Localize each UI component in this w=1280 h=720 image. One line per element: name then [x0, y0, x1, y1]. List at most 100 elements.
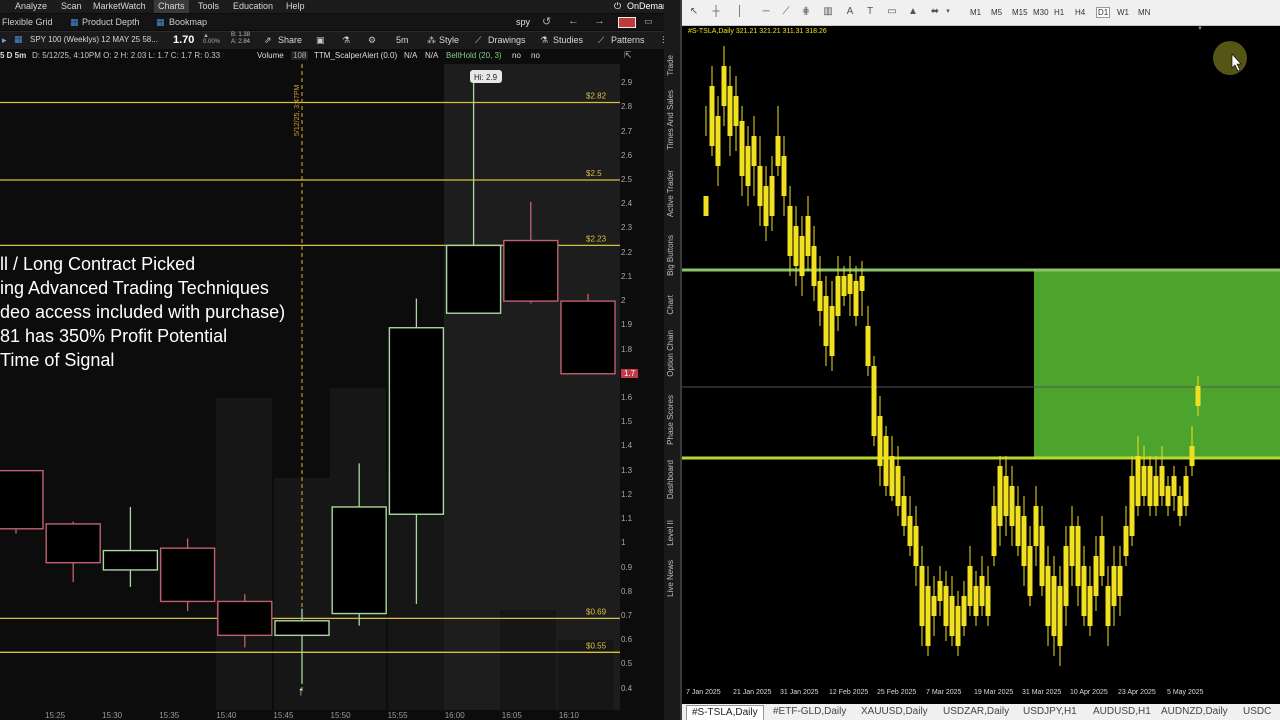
- arrows-dropdown-icon[interactable]: ▾: [942, 6, 954, 18]
- chart-tab[interactable]: XAUUSD,Daily: [856, 705, 933, 719]
- chart-tab[interactable]: #ETF-GLD,Daily: [768, 705, 851, 719]
- timeframe-h4[interactable]: H4: [1075, 8, 1085, 17]
- chart-tab[interactable]: #S-TSLA,Daily: [686, 705, 764, 720]
- timeframe-h1[interactable]: H1: [1054, 8, 1064, 17]
- zoom-icon[interactable]: ⇱: [624, 50, 632, 61]
- link-color-icon[interactable]: [618, 17, 636, 28]
- triangle-icon[interactable]: ▲: [907, 6, 919, 18]
- timeframe-mn[interactable]: MN: [1138, 8, 1150, 17]
- window-settings-icon[interactable]: ▭: [644, 16, 653, 27]
- timeframe-m15[interactable]: M15: [1012, 8, 1028, 17]
- menu-scan[interactable]: Scan: [61, 1, 82, 11]
- crosshair-icon[interactable]: ┼: [710, 6, 722, 18]
- option-price-chart[interactable]: $2.82 $2.5 $2.23 $0.69 $0.55 5/12/25, 3:47PM…: [0, 64, 620, 710]
- style-icon[interactable]: ⁂: [427, 35, 436, 46]
- text-label-icon[interactable]: T: [864, 6, 876, 18]
- timeframe-d1[interactable]: D1: [1096, 7, 1111, 18]
- link-icon[interactable]: ▸: [2, 35, 7, 46]
- time-tick: 15:40: [216, 711, 237, 720]
- forward-arrow-icon[interactable]: →: [594, 15, 605, 27]
- tsla-candle-body: [739, 121, 745, 176]
- symbol-selector-icon[interactable]: ▦: [14, 34, 23, 45]
- side-tab-dashboard[interactable]: Dashboard: [666, 460, 675, 499]
- side-tab-option-chain[interactable]: Option Chain: [666, 330, 675, 377]
- side-tab-live-news[interactable]: Live News: [666, 560, 675, 597]
- horizontal-line-icon[interactable]: ─: [760, 6, 772, 18]
- flask-icon[interactable]: ⚗: [342, 35, 350, 46]
- ondemand-icon[interactable]: ⏻: [614, 1, 621, 12]
- tsla-candle-body: [1093, 556, 1099, 596]
- menu-tools[interactable]: Tools: [198, 1, 219, 11]
- vertical-line-icon[interactable]: │: [734, 6, 746, 18]
- cursor-tool-icon[interactable]: ↖: [688, 6, 700, 18]
- side-tab-phase-scores[interactable]: Phase Scores: [666, 395, 675, 445]
- timeframe-m1[interactable]: M1: [970, 8, 981, 17]
- tsla-candle-body: [1165, 486, 1171, 506]
- drawings-icon[interactable]: ⟋: [475, 35, 481, 46]
- back-arrow-icon[interactable]: ←: [568, 15, 579, 27]
- side-tab-times-and-sales[interactable]: Times And Sales: [666, 90, 675, 150]
- date-tick: 31 Mar 2025: [1022, 689, 1062, 696]
- arrows-icon[interactable]: ⬌: [929, 6, 941, 18]
- chart-tab[interactable]: AUDNZD,Daily: [1156, 705, 1233, 719]
- share-icon[interactable]: ⇗: [264, 35, 272, 46]
- menu-marketwatch[interactable]: MarketWatch: [93, 1, 146, 11]
- refresh-icon[interactable]: ↺: [542, 15, 551, 28]
- fibonacci-icon[interactable]: ⋕: [800, 6, 812, 18]
- side-tab-chart[interactable]: Chart: [666, 295, 675, 315]
- timeframe-m30[interactable]: M30: [1033, 8, 1049, 17]
- tsla-candle-body: [745, 146, 751, 186]
- bookmap-icon[interactable]: ▦: [156, 17, 165, 28]
- studies-button[interactable]: Studies: [553, 35, 583, 45]
- share-button[interactable]: Share: [278, 35, 302, 45]
- tsla-candle-body: [883, 436, 889, 486]
- gear-icon[interactable]: ⚙: [368, 35, 376, 46]
- menu-charts[interactable]: Charts: [154, 0, 189, 13]
- signal-time-label: 5/12/25, 3:47PM: [294, 84, 301, 136]
- side-tab-level-ii[interactable]: Level II: [666, 520, 675, 546]
- product-depth-icon[interactable]: ▦: [70, 17, 79, 28]
- last-price: 1.70: [173, 34, 195, 46]
- price-tick: 2.1: [621, 271, 633, 281]
- menu-analyze[interactable]: Analyze: [15, 1, 47, 11]
- bookmap-button[interactable]: Bookmap: [169, 17, 207, 27]
- chart-tab[interactable]: USDJPY,H1: [1018, 705, 1082, 719]
- patterns-icon[interactable]: ⟋: [598, 35, 604, 46]
- snapshot-icon[interactable]: ▣: [316, 35, 325, 46]
- flexible-grid-button[interactable]: Flexible Grid: [2, 17, 53, 27]
- style-button[interactable]: Style: [439, 35, 459, 45]
- studies-icon[interactable]: ⚗: [540, 35, 548, 46]
- price-tick: 1.9: [621, 320, 633, 330]
- symbol-search[interactable]: spy: [516, 17, 530, 27]
- tsla-candle-body: [1063, 546, 1069, 606]
- chart-tab[interactable]: USDZAR,Daily: [938, 705, 1014, 719]
- tsla-daily-chart[interactable]: ▼: [682, 26, 1280, 688]
- chart-layout-bar: Flexible Grid ▦ Product Depth ▦ Bookmap …: [0, 14, 680, 30]
- tsla-candle-body: [1177, 496, 1183, 516]
- date-tick: 12 Feb 2025: [829, 689, 869, 696]
- menu-education[interactable]: Education: [233, 1, 273, 11]
- channel-icon[interactable]: ▥: [822, 6, 834, 18]
- symbol-description[interactable]: SPY 100 (Weeklys) 12 MAY 25 58...: [30, 35, 158, 44]
- time-tick: 16:00: [444, 711, 465, 720]
- trendline-icon[interactable]: ⟋: [780, 6, 792, 18]
- price-tick: 0.6: [621, 635, 633, 645]
- patterns-button[interactable]: Patterns: [611, 35, 645, 45]
- text-tool-icon[interactable]: A: [844, 6, 856, 18]
- timeframe-selector[interactable]: 5m: [396, 35, 409, 45]
- side-tab-big-buttons[interactable]: Big Buttons: [666, 235, 675, 276]
- chart-tab[interactable]: USDC: [1238, 705, 1276, 719]
- tsla-candle-body: [811, 246, 817, 286]
- drawings-button[interactable]: Drawings: [488, 35, 526, 45]
- chart-tab[interactable]: AUDUSD,H1: [1088, 705, 1156, 719]
- side-tab-trade[interactable]: Trade: [666, 55, 675, 76]
- timeframe-m5[interactable]: M5: [991, 8, 1002, 17]
- overlay-line-5: Time of Signal: [0, 350, 115, 370]
- product-depth-button[interactable]: Product Depth: [82, 17, 140, 27]
- rectangle-icon[interactable]: ▭: [886, 6, 898, 18]
- menu-help[interactable]: Help: [286, 1, 305, 11]
- side-tab-active-trader[interactable]: Active Trader: [666, 170, 675, 217]
- tsla-candle-body: [1171, 476, 1177, 496]
- tsla-candle-body: [1033, 506, 1039, 546]
- timeframe-w1[interactable]: W1: [1117, 8, 1129, 17]
